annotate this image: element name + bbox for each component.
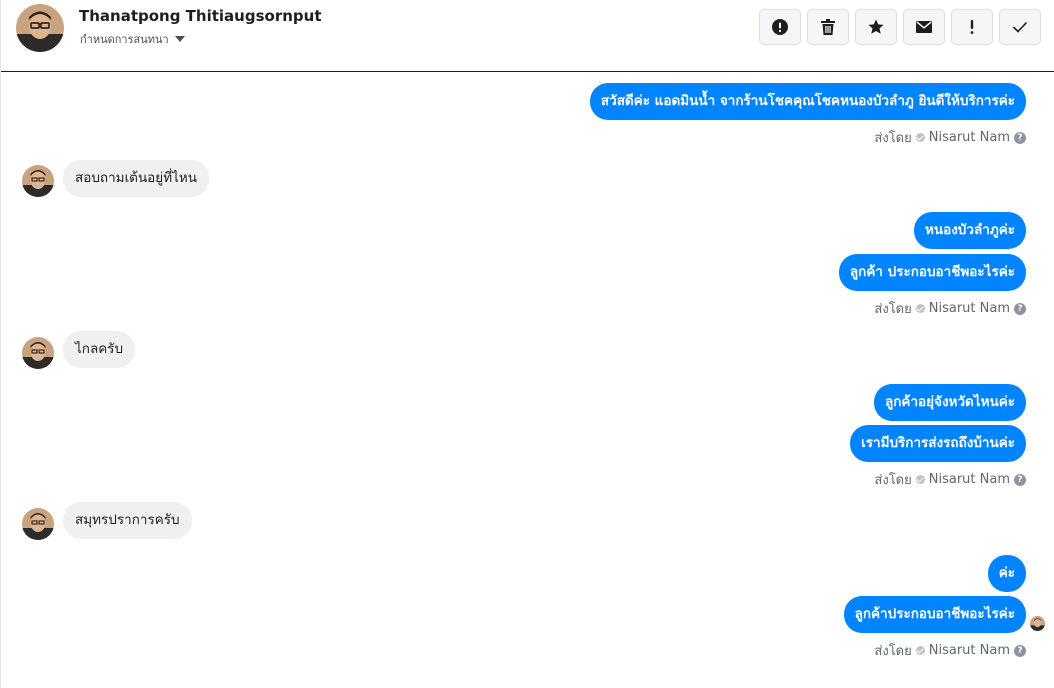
sent-by-prefix: ส่งโดย — [874, 302, 912, 317]
mark-spam-button[interactable] — [759, 9, 801, 45]
contact-avatar[interactable] — [16, 4, 64, 52]
message-outgoing[interactable]: ค่ะ — [987, 555, 1026, 592]
conversation-panel: Thanatpong Thitiaugsornput กำหนดการสนทนา — [0, 0, 1054, 688]
conversation-toolbar — [759, 9, 1041, 45]
sent-by-meta: ส่งโดย Nisarut Nam ? — [874, 127, 1026, 148]
message-incoming[interactable]: ไกลครับ — [63, 331, 136, 368]
message-outgoing[interactable]: เรามีบริการส่งรถถึงบ้านค่ะ — [850, 425, 1026, 462]
caret-down-icon — [174, 36, 185, 42]
verified-check-icon — [915, 475, 925, 484]
star-button[interactable] — [855, 9, 897, 45]
sent-by-prefix: ส่งโดย — [874, 131, 912, 146]
check-icon — [1012, 21, 1028, 33]
sent-by-meta: ส่งโดย Nisarut Nam ? — [874, 298, 1026, 319]
contact-avatar-small[interactable] — [22, 337, 54, 369]
sent-by-prefix: ส่งโดย — [874, 644, 912, 659]
message-outgoing[interactable]: ลูกค้า ประกอบอาชีพอะไรค่ะ — [838, 254, 1026, 291]
trash-icon — [821, 19, 835, 35]
message-incoming[interactable]: สมุทรปราการครับ — [63, 502, 192, 539]
sent-by-meta: ส่งโดย Nisarut Nam ? — [874, 640, 1026, 661]
help-icon[interactable]: ? — [1014, 473, 1026, 486]
verified-check-icon — [915, 304, 925, 313]
mark-unread-button[interactable] — [903, 9, 945, 45]
help-icon[interactable]: ? — [1014, 302, 1026, 315]
follow-up-button[interactable] — [951, 9, 993, 45]
help-icon[interactable]: ? — [1014, 644, 1026, 657]
sent-by-agent[interactable]: Nisarut Nam — [929, 643, 1010, 658]
sent-by-agent[interactable]: Nisarut Nam — [929, 130, 1010, 145]
assign-label: กำหนดการสนทนา — [80, 33, 169, 46]
sent-by-agent[interactable]: Nisarut Nam — [929, 301, 1010, 316]
sent-by-agent[interactable]: Nisarut Nam — [929, 472, 1010, 487]
delete-button[interactable] — [807, 9, 849, 45]
exclamation-icon — [970, 20, 974, 34]
assign-conversation-dropdown[interactable]: กำหนดการสนทนา — [80, 30, 185, 48]
message-incoming[interactable]: สอบถามเต้นอยู่ที่ไหน — [63, 160, 210, 197]
seen-indicator-avatar — [1030, 616, 1045, 631]
sent-by-meta: ส่งโดย Nisarut Nam ? — [874, 469, 1026, 490]
message-outgoing[interactable]: ลูกค้าอยุ่จังหวัดไหนค่ะ — [873, 384, 1026, 421]
contact-name[interactable]: Thanatpong Thitiaugsornput — [79, 7, 321, 25]
conversation-header: Thanatpong Thitiaugsornput กำหนดการสนทนา — [1, 0, 1054, 72]
verified-check-icon — [915, 133, 925, 142]
exclamation-circle-icon — [772, 19, 788, 35]
message-outgoing[interactable]: ลูกค้าประกอบอาชีพอะไรค่ะ — [843, 596, 1026, 633]
verified-check-icon — [915, 646, 925, 655]
contact-avatar-small[interactable] — [22, 165, 54, 197]
sent-by-prefix: ส่งโดย — [874, 473, 912, 488]
message-outgoing[interactable]: หนองบัวลำภูค่ะ — [913, 212, 1026, 249]
mark-done-button[interactable] — [999, 9, 1041, 45]
contact-avatar-small[interactable] — [22, 508, 54, 540]
help-icon[interactable]: ? — [1014, 131, 1026, 144]
star-icon — [868, 19, 884, 34]
envelope-icon — [916, 21, 932, 33]
message-outgoing[interactable]: สวัสดีค่ะ แอดมินน้ำ จากร้านโชคคุณโชคหนอง… — [589, 83, 1026, 120]
